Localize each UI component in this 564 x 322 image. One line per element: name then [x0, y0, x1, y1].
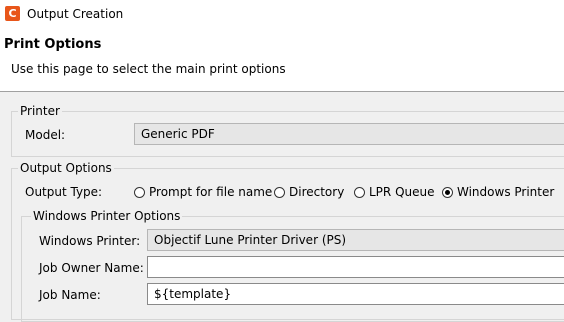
radio-directory[interactable]: Directory	[274, 185, 344, 199]
window-title: Output Creation	[27, 7, 124, 21]
radio-label: Windows Printer	[457, 185, 555, 199]
job-name-value: ${template}	[154, 287, 232, 301]
app-logo-icon: C	[5, 6, 20, 21]
model-label: Model:	[25, 128, 66, 142]
content-area: Printer Model: Generic PDF Output Option…	[0, 92, 564, 322]
radio-prompt-for-file-name[interactable]: Prompt for file name	[134, 185, 272, 199]
radio-windows-printer[interactable]: Windows Printer	[442, 185, 554, 199]
title-bar: C Output Creation	[0, 0, 564, 28]
radio-button-checked-icon	[442, 186, 453, 198]
job-owner-label: Job Owner Name:	[39, 261, 144, 275]
radio-button-icon	[134, 186, 145, 198]
radio-label: Prompt for file name	[149, 185, 273, 199]
page-description: Use this page to select the main print o…	[11, 62, 286, 76]
windows-printer-label: Windows Printer:	[39, 234, 141, 248]
windows-printer-options-group: Windows Printer Options Windows Printer:…	[21, 209, 564, 322]
model-value: Generic PDF	[141, 127, 215, 141]
windows-printer-field[interactable]: Objectif Lune Printer Driver (PS)	[147, 229, 564, 251]
radio-lpr-queue[interactable]: LPR Queue	[354, 185, 435, 199]
job-owner-input[interactable]	[147, 256, 564, 278]
radio-label: LPR Queue	[369, 185, 435, 199]
windows-printer-value: Objectif Lune Printer Driver (PS)	[154, 233, 347, 247]
printer-group-legend: Printer	[18, 104, 62, 118]
radio-label: Directory	[289, 185, 345, 199]
page-header: Print Options Use this page to select th…	[0, 28, 564, 92]
output-options-group: Output Options Output Type: Prompt for f…	[11, 161, 564, 322]
output-options-legend: Output Options	[18, 161, 114, 175]
printer-group: Printer Model: Generic PDF	[11, 104, 564, 157]
job-name-label: Job Name:	[39, 288, 101, 302]
windows-printer-options-legend: Windows Printer Options	[31, 209, 183, 223]
radio-button-icon	[354, 186, 365, 198]
radio-button-icon	[274, 186, 285, 198]
job-name-input[interactable]: ${template}	[147, 283, 564, 305]
page-title: Print Options	[4, 37, 102, 52]
output-type-label: Output Type:	[25, 185, 103, 199]
model-field[interactable]: Generic PDF	[134, 123, 564, 145]
